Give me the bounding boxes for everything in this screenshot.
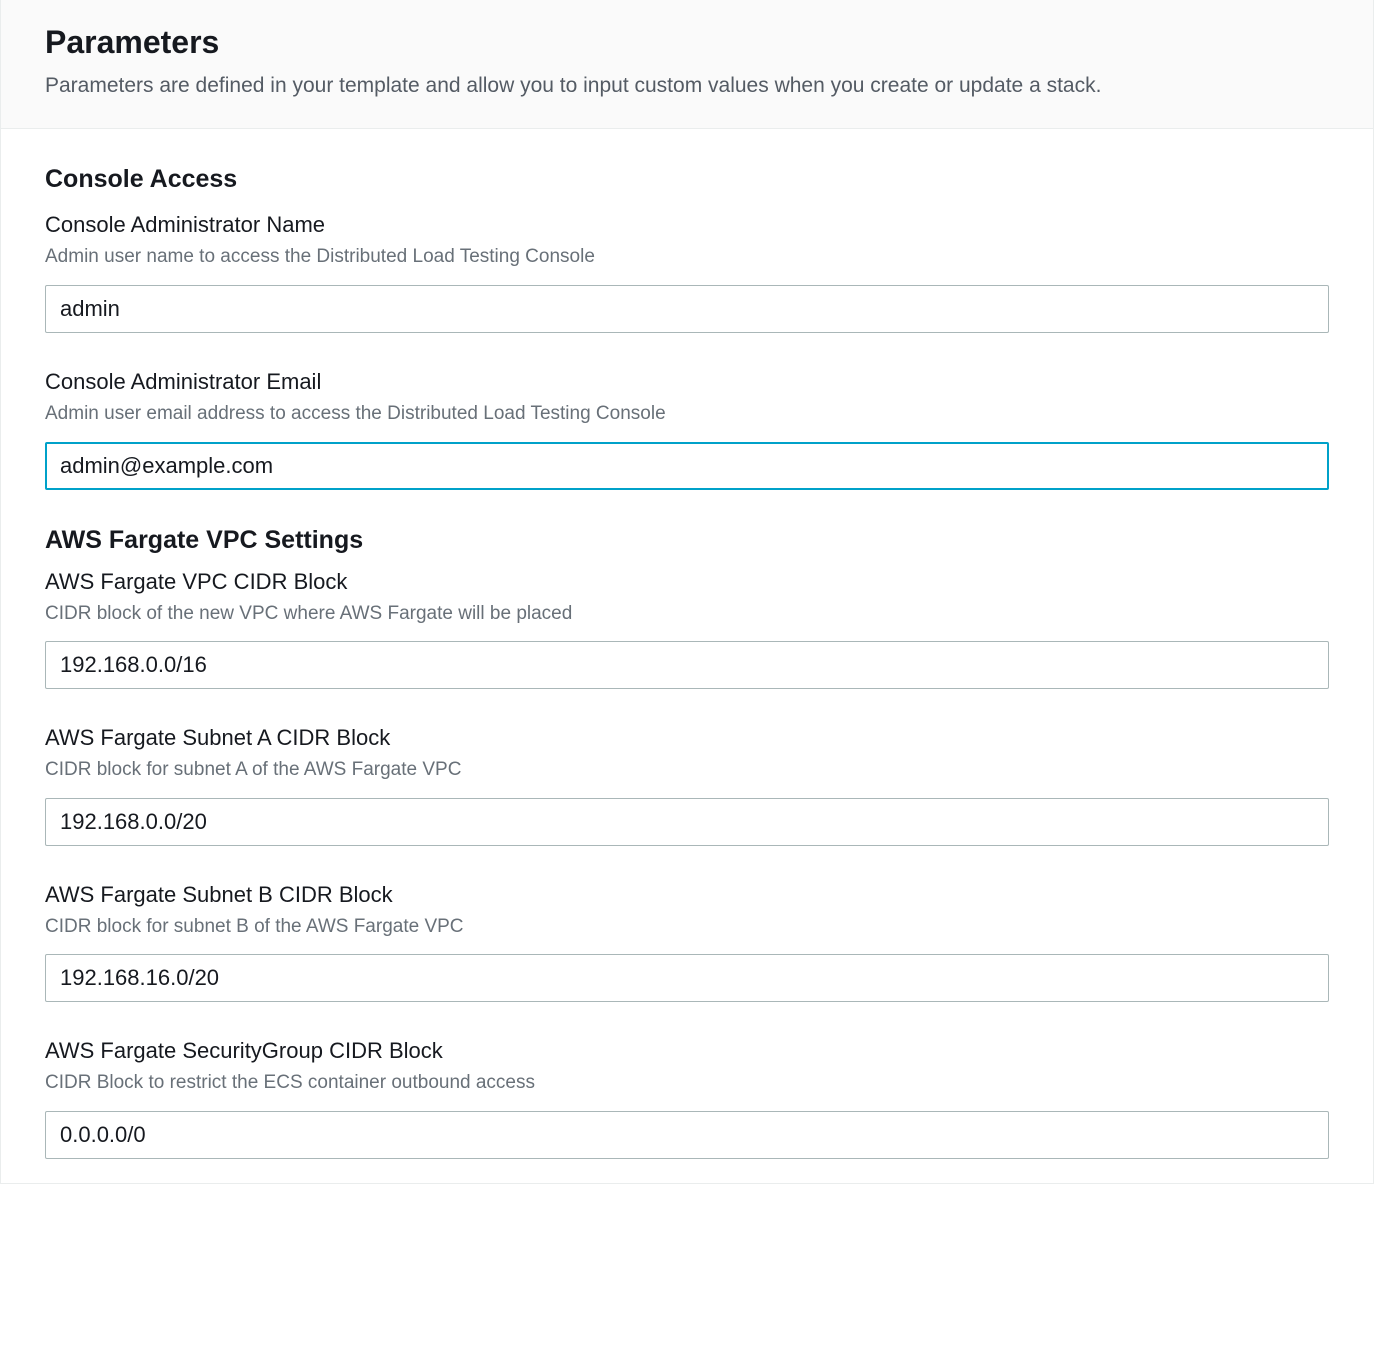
admin-email-label: Console Administrator Email bbox=[45, 369, 1329, 395]
field-admin-email: Console Administrator Email Admin user e… bbox=[45, 369, 1329, 490]
admin-name-label: Console Administrator Name bbox=[45, 212, 1329, 238]
subnet-a-input[interactable] bbox=[45, 798, 1329, 846]
security-group-input[interactable] bbox=[45, 1111, 1329, 1159]
subnet-b-label: AWS Fargate Subnet B CIDR Block bbox=[45, 882, 1329, 908]
subnet-a-hint: CIDR block for subnet A of the AWS Farga… bbox=[45, 757, 1329, 784]
admin-email-input[interactable] bbox=[45, 442, 1329, 490]
panel-body: Console Access Console Administrator Nam… bbox=[1, 129, 1373, 1183]
subnet-b-input[interactable] bbox=[45, 954, 1329, 1002]
section-title-console-access: Console Access bbox=[45, 165, 1329, 194]
panel-title: Parameters bbox=[45, 24, 1329, 61]
admin-name-hint: Admin user name to access the Distribute… bbox=[45, 244, 1329, 271]
security-group-hint: CIDR Block to restrict the ECS container… bbox=[45, 1070, 1329, 1097]
vpc-cidr-input[interactable] bbox=[45, 641, 1329, 689]
panel-header: Parameters Parameters are defined in you… bbox=[1, 0, 1373, 129]
security-group-label: AWS Fargate SecurityGroup CIDR Block bbox=[45, 1038, 1329, 1064]
field-vpc-cidr: AWS Fargate VPC CIDR Block CIDR block of… bbox=[45, 569, 1329, 690]
subnet-b-hint: CIDR block for subnet B of the AWS Farga… bbox=[45, 914, 1329, 941]
field-admin-name: Console Administrator Name Admin user na… bbox=[45, 212, 1329, 333]
admin-email-hint: Admin user email address to access the D… bbox=[45, 401, 1329, 428]
admin-name-input[interactable] bbox=[45, 285, 1329, 333]
panel-description: Parameters are defined in your template … bbox=[45, 71, 1329, 100]
parameters-panel: Parameters Parameters are defined in you… bbox=[0, 0, 1374, 1184]
field-subnet-b: AWS Fargate Subnet B CIDR Block CIDR blo… bbox=[45, 882, 1329, 1003]
vpc-cidr-label: AWS Fargate VPC CIDR Block bbox=[45, 569, 1329, 595]
field-subnet-a: AWS Fargate Subnet A CIDR Block CIDR blo… bbox=[45, 725, 1329, 846]
section-title-fargate-vpc: AWS Fargate VPC Settings bbox=[45, 526, 1329, 555]
vpc-cidr-hint: CIDR block of the new VPC where AWS Farg… bbox=[45, 601, 1329, 628]
subnet-a-label: AWS Fargate Subnet A CIDR Block bbox=[45, 725, 1329, 751]
field-security-group: AWS Fargate SecurityGroup CIDR Block CID… bbox=[45, 1038, 1329, 1159]
